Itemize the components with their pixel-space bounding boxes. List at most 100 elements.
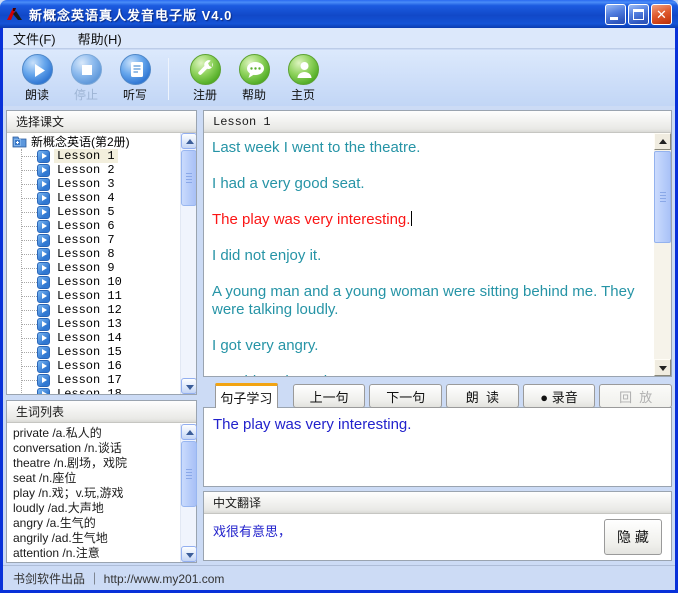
close-button[interactable]: ✕	[651, 4, 672, 25]
vocab-list: private /a.私人的 conversation /n.谈话 theatr…	[7, 423, 196, 562]
tree-root-label: 新概念英语(第2册)	[31, 133, 130, 150]
tree-lesson-item[interactable]: Lesson 10	[7, 275, 180, 289]
toolbar-help-button[interactable]: 帮助	[230, 54, 278, 103]
lesson-play-icon	[37, 234, 50, 247]
tree-lesson-item[interactable]: Lesson 11	[7, 289, 180, 303]
vocab-item[interactable]: conversation /n.谈话	[13, 441, 176, 456]
lesson-paragraph-clipped: I could not hear the actors.	[212, 373, 646, 376]
menu-help[interactable]: 帮助(H)	[78, 29, 122, 48]
tree-lesson-item[interactable]: Lesson 2	[7, 163, 180, 177]
tree-lesson-item[interactable]: Lesson 8	[7, 247, 180, 261]
read-sentence-button[interactable]: 朗 读	[446, 384, 519, 408]
lesson-play-icon	[37, 248, 50, 261]
toolbar-read-button[interactable]: 朗读	[13, 54, 61, 103]
text-scrollbar[interactable]	[654, 133, 671, 376]
record-button[interactable]: ● 录音	[523, 384, 596, 408]
tab-sentence-study[interactable]: 句子学习	[215, 383, 278, 408]
lesson-play-icon	[37, 178, 50, 191]
lesson-text-panel: Lesson 1 Last week I went to the theatre…	[203, 110, 672, 377]
vocab-item[interactable]: angry /a.生气的	[13, 516, 176, 531]
scroll-down-icon[interactable]	[654, 359, 671, 376]
maximize-button[interactable]	[628, 4, 649, 25]
vocab-panel-header: 生词列表	[7, 401, 196, 423]
toolbar-register-button[interactable]: 注册	[181, 54, 229, 103]
lesson-paragraph: I had a very good seat.	[212, 175, 646, 193]
playback-button[interactable]: 回 放	[599, 384, 672, 408]
vocab-scrollbar[interactable]	[180, 424, 196, 562]
tree-lesson-item[interactable]: Lesson 16	[7, 359, 180, 373]
tree-lesson-item[interactable]: Lesson 13	[7, 317, 180, 331]
lesson-textbox[interactable]: Last week I went to the theatre. I had a…	[204, 133, 671, 376]
toolbar-stop-button[interactable]: 停止	[62, 54, 110, 103]
vocab-item[interactable]: loudly /ad.大声地	[13, 501, 176, 516]
lesson-tree: 新概念英语(第2册) Lesson 1 Lesson 2 Lesson 3 Le…	[7, 133, 196, 394]
tree-lesson-item[interactable]: Lesson 4	[7, 191, 180, 205]
lesson-play-icon	[37, 318, 50, 331]
folder-plus-icon	[12, 135, 27, 148]
maximize-icon	[633, 9, 644, 20]
toolbar-dictation-button[interactable]: 听写	[111, 54, 159, 103]
window-title: 新概念英语真人发音电子版 V4.0	[29, 5, 232, 24]
menu-file[interactable]: 文件(F)	[13, 29, 56, 48]
scroll-up-icon[interactable]	[181, 133, 196, 149]
hide-translation-button[interactable]: 隐 藏	[604, 519, 662, 555]
tree-lesson-item[interactable]: Lesson 5	[7, 205, 180, 219]
lesson-play-icon	[37, 360, 50, 373]
vocab-item[interactable]: attention /n.注意	[13, 546, 176, 561]
vocab-item[interactable]: play /n.戏；v.玩,游戏	[13, 486, 176, 501]
current-sentence-panel: The play was very interesting.	[203, 407, 672, 487]
tree-lesson-item[interactable]: Lesson 9	[7, 261, 180, 275]
tree-scrollbar-thumb[interactable]	[181, 150, 196, 206]
tree-root-node[interactable]: 新概念英语(第2册)	[7, 133, 180, 149]
vocab-item[interactable]: theatre /n.剧场，戏院	[13, 456, 176, 471]
wrench-icon	[190, 54, 221, 85]
tree-lesson-item[interactable]: Lesson 17	[7, 373, 180, 387]
scroll-up-icon[interactable]	[654, 133, 671, 150]
tree-scrollbar[interactable]	[180, 133, 196, 394]
scroll-down-icon[interactable]	[181, 378, 196, 394]
toolbar-home-button[interactable]: 主页	[279, 54, 327, 103]
chat-bubble-icon	[239, 54, 270, 85]
vocab-item[interactable]: angrily /ad.生气地	[13, 531, 176, 546]
tree-lesson-item[interactable]: Lesson 18	[7, 387, 180, 394]
window-border-left	[0, 28, 3, 593]
lesson-play-icon	[37, 192, 50, 205]
lesson-play-icon	[37, 332, 50, 345]
tree-guide-line	[21, 149, 22, 394]
sentence-controls: 句子学习 上一句 下一句 朗 读 ● 录音 回 放	[203, 383, 672, 408]
scroll-down-icon[interactable]	[181, 546, 197, 562]
tree-lesson-item[interactable]: Lesson 6	[7, 219, 180, 233]
tree-lesson-item[interactable]: Lesson 14	[7, 331, 180, 345]
translation-header: 中文翻译	[204, 492, 671, 514]
toolbar: 朗读 停止 听写 注册	[3, 50, 675, 106]
title-bar: 新概念英语真人发音电子版 V4.0 ✕	[0, 0, 678, 28]
tree-lesson-item[interactable]: Lesson 7	[7, 233, 180, 247]
play-icon	[22, 54, 53, 85]
prev-sentence-button[interactable]: 上一句	[293, 384, 366, 408]
vocab-item[interactable]: seat /n.座位	[13, 471, 176, 486]
tree-lesson-item[interactable]: Lesson 12	[7, 303, 180, 317]
lesson-play-icon	[37, 262, 50, 275]
toolbar-separator	[168, 58, 169, 100]
current-sentence-text: The play was very interesting.	[204, 408, 671, 441]
lesson-play-icon	[37, 164, 50, 177]
tree-lesson-item[interactable]: Lesson 3	[7, 177, 180, 191]
scroll-up-icon[interactable]	[181, 424, 197, 440]
vocab-item[interactable]: private /a.私人的	[13, 426, 176, 441]
lesson-paragraph: Last week I went to the theatre.	[212, 139, 646, 157]
vocab-scrollbar-thumb[interactable]	[181, 441, 197, 507]
lesson-tree-panel: 选择课文 新概念英语(第2册) Lesson 1 Lesson 2 Lesson…	[6, 110, 197, 395]
translation-panel: 中文翻译 戏很有意思， 隐 藏	[203, 491, 672, 561]
lesson-play-icon	[37, 220, 50, 233]
close-icon: ✕	[652, 6, 671, 24]
minimize-button[interactable]	[605, 4, 626, 25]
status-bar: 书剑软件出品 ｜ http://www.my201.com	[3, 565, 675, 590]
person-icon	[288, 54, 319, 85]
next-sentence-button[interactable]: 下一句	[369, 384, 442, 408]
lesson-play-icon	[37, 150, 50, 163]
tree-lesson-item[interactable]: Lesson 1	[7, 149, 180, 163]
lesson-play-icon	[37, 206, 50, 219]
lesson-paragraph: A young man and a young woman were sitti…	[212, 283, 646, 319]
text-scrollbar-thumb[interactable]	[654, 151, 671, 243]
tree-lesson-item[interactable]: Lesson 15	[7, 345, 180, 359]
